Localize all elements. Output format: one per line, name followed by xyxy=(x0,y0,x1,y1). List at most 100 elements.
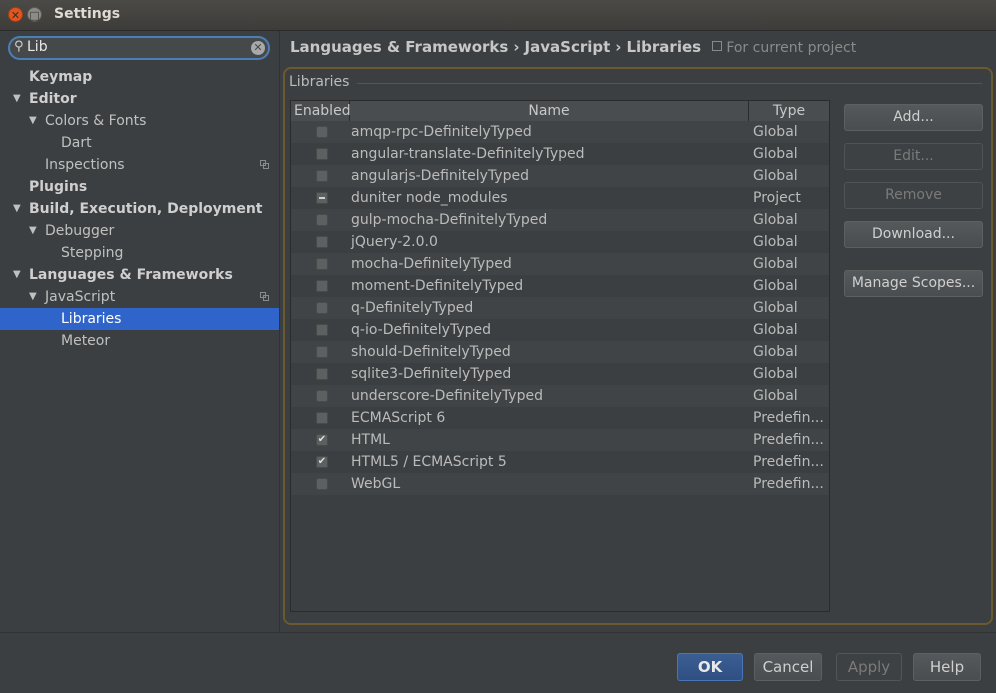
enabled-checkbox[interactable] xyxy=(316,126,328,138)
table-row[interactable]: q-io-DefinitelyTyped Global xyxy=(291,319,829,341)
column-header-type[interactable]: Type xyxy=(749,101,829,121)
enabled-checkbox[interactable] xyxy=(316,412,328,424)
table-row[interactable]: angular-translate-DefinitelyTyped Global xyxy=(291,143,829,165)
enabled-checkbox[interactable] xyxy=(316,368,328,380)
table-row[interactable]: q-DefinitelyTyped Global xyxy=(291,297,829,319)
group-divider xyxy=(357,83,982,84)
tree-item-label: Meteor xyxy=(61,333,111,349)
table-row[interactable]: ✔ HTML5 / ECMAScript 5 Predefin... xyxy=(291,451,829,473)
table-row[interactable]: amqp-rpc-DefinitelyTyped Global xyxy=(291,121,829,143)
tree-item-plugins[interactable]: Plugins xyxy=(0,176,279,198)
table-row[interactable]: ECMAScript 6 Predefin... xyxy=(291,407,829,429)
tree-item-stepping[interactable]: Stepping xyxy=(0,242,279,264)
column-header-enabled[interactable]: Enabled xyxy=(291,101,351,121)
library-type: Global xyxy=(753,234,798,250)
download-button[interactable]: Download... xyxy=(844,221,983,248)
enabled-checkbox[interactable] xyxy=(316,192,328,204)
table-row[interactable]: WebGL Predefin... xyxy=(291,473,829,495)
search-input-value[interactable]: Lib xyxy=(27,39,48,55)
cancel-button[interactable]: Cancel xyxy=(754,653,822,681)
table-row[interactable]: moment-DefinitelyTyped Global xyxy=(291,275,829,297)
enabled-checkbox[interactable] xyxy=(316,236,328,248)
tree-item-label: Plugins xyxy=(29,179,88,195)
expand-arrow-icon[interactable]: ▼ xyxy=(29,286,37,308)
breadcrumb-item: JavaScript xyxy=(524,38,611,56)
library-name: angularjs-DefinitelyTyped xyxy=(351,168,529,184)
table-row[interactable]: underscore-DefinitelyTyped Global xyxy=(291,385,829,407)
library-type: Project xyxy=(753,190,801,206)
library-type: Predefin... xyxy=(753,410,824,426)
tree-item-keymap[interactable]: Keymap xyxy=(0,66,279,88)
enabled-checkbox[interactable]: ✔ xyxy=(316,456,328,468)
project-scope-icon xyxy=(260,292,269,301)
table-row[interactable]: should-DefinitelyTyped Global xyxy=(291,341,829,363)
enabled-checkbox[interactable] xyxy=(316,478,328,490)
expand-arrow-icon[interactable]: ▼ xyxy=(29,220,37,242)
library-name: duniter node_modules xyxy=(351,190,508,206)
enabled-checkbox[interactable] xyxy=(316,302,328,314)
table-header: Enabled Name Type xyxy=(291,101,829,122)
search-input[interactable]: ⚲ Lib ✕ xyxy=(8,36,270,60)
library-type: Predefin... xyxy=(753,476,824,492)
enabled-checkbox[interactable] xyxy=(316,346,328,358)
remove-button[interactable]: Remove xyxy=(844,182,983,209)
libraries-table[interactable]: Enabled Name Type amqp-rpc-DefinitelyTyp… xyxy=(290,100,830,612)
tree-item-label: Libraries xyxy=(61,311,122,327)
expand-arrow-icon[interactable]: ▼ xyxy=(13,198,21,220)
tree-item-dart[interactable]: Dart xyxy=(0,132,279,154)
column-header-name[interactable]: Name xyxy=(350,101,749,121)
apply-button[interactable]: Apply xyxy=(836,653,902,681)
table-row[interactable]: angularjs-DefinitelyTyped Global xyxy=(291,165,829,187)
project-scope-icon xyxy=(712,41,723,51)
clear-search-icon[interactable]: ✕ xyxy=(251,41,265,55)
enabled-checkbox[interactable]: ✔ xyxy=(316,434,328,446)
library-name: gulp-mocha-DefinitelyTyped xyxy=(351,212,548,228)
tree-item-javascript[interactable]: ▼ JavaScript xyxy=(0,286,279,308)
ok-button[interactable]: OK xyxy=(677,653,743,681)
help-button[interactable]: Help xyxy=(913,653,981,681)
tree-item-label: Debugger xyxy=(45,223,115,239)
table-row[interactable]: sqlite3-DefinitelyTyped Global xyxy=(291,363,829,385)
tree-item-colors-fonts[interactable]: ▼ Colors & Fonts xyxy=(0,110,279,132)
library-type: Global xyxy=(753,322,798,338)
close-window-button[interactable]: ✕ xyxy=(8,7,23,22)
table-row[interactable]: gulp-mocha-DefinitelyTyped Global xyxy=(291,209,829,231)
expand-arrow-icon[interactable]: ▼ xyxy=(13,88,21,110)
tree-item-build-execution-deployment[interactable]: ▼ Build, Execution, Deployment xyxy=(0,198,279,220)
library-name: jQuery-2.0.0 xyxy=(351,234,438,250)
tree-item-languages-frameworks[interactable]: ▼ Languages & Frameworks xyxy=(0,264,279,286)
enabled-checkbox[interactable] xyxy=(316,170,328,182)
library-name: should-DefinitelyTyped xyxy=(351,344,511,360)
library-type: Global xyxy=(753,278,798,294)
project-scope-icon xyxy=(260,160,269,169)
table-row[interactable]: mocha-DefinitelyTyped Global xyxy=(291,253,829,275)
enabled-checkbox[interactable] xyxy=(316,280,328,292)
library-name: underscore-DefinitelyTyped xyxy=(351,388,543,404)
table-row[interactable]: ✔ HTML Predefin... xyxy=(291,429,829,451)
library-name: ECMAScript 6 xyxy=(351,410,446,426)
enabled-checkbox[interactable] xyxy=(316,214,328,226)
tree-item-inspections[interactable]: Inspections xyxy=(0,154,279,176)
tree-item-debugger[interactable]: ▼ Debugger xyxy=(0,220,279,242)
manage-scopes-button[interactable]: Manage Scopes... xyxy=(844,270,983,297)
tree-item-libraries[interactable]: Libraries xyxy=(0,308,279,330)
edit-button[interactable]: Edit... xyxy=(844,143,983,170)
add-button[interactable]: Add... xyxy=(844,104,983,131)
enabled-checkbox[interactable] xyxy=(316,258,328,270)
enabled-checkbox[interactable] xyxy=(316,390,328,402)
tree-item-meteor[interactable]: Meteor xyxy=(0,330,279,352)
library-type: Global xyxy=(753,256,798,272)
expand-arrow-icon[interactable]: ▼ xyxy=(13,264,21,286)
library-type: Global xyxy=(753,388,798,404)
table-row[interactable]: duniter node_modules Project xyxy=(291,187,829,209)
tree-item-editor[interactable]: ▼ Editor xyxy=(0,88,279,110)
scope-note-label: For current project xyxy=(726,40,857,56)
library-name: sqlite3-DefinitelyTyped xyxy=(351,366,512,382)
tree-item-label: Stepping xyxy=(61,245,124,261)
search-icon: ⚲ xyxy=(14,39,24,54)
enabled-checkbox[interactable] xyxy=(316,148,328,160)
maximize-window-button[interactable]: □ xyxy=(27,7,42,22)
table-row[interactable]: jQuery-2.0.0 Global xyxy=(291,231,829,253)
enabled-checkbox[interactable] xyxy=(316,324,328,336)
expand-arrow-icon[interactable]: ▼ xyxy=(29,110,37,132)
